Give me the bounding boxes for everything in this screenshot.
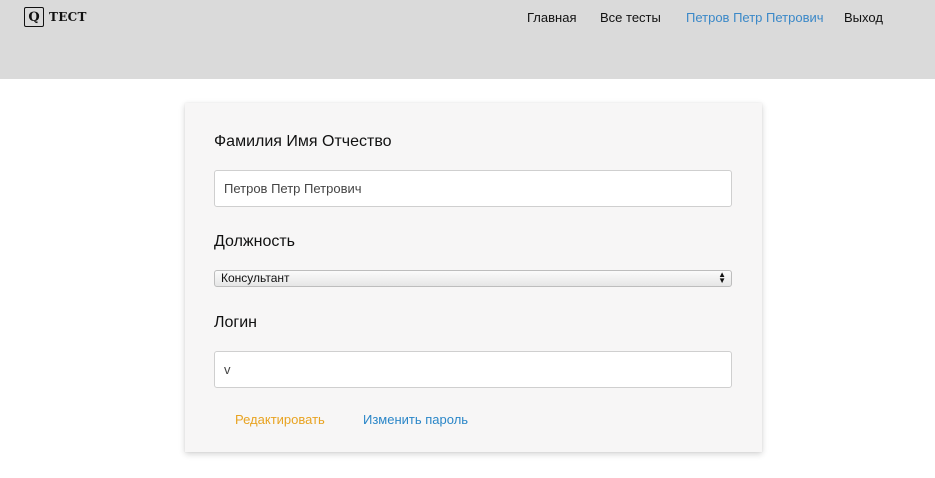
login-input[interactable] [214,351,732,388]
login-label: Логин [214,314,258,331]
position-select[interactable]: Консультант ▲ ▼ [214,270,732,287]
change-password-button[interactable]: Изменить пароль [363,412,468,427]
nav-link-all-tests[interactable]: Все тесты [600,10,661,25]
profile-card: Фамилия Имя Отчество Должность Консульта… [185,103,762,452]
fio-label: Фамилия Имя Отчество [214,133,392,150]
fio-input[interactable] [214,170,732,207]
edit-button[interactable]: Редактировать [235,412,325,427]
select-arrows-icon: ▲ ▼ [718,270,726,285]
header-bar: Q ТЕСТ Главная Все тесты Петров Петр Пет… [0,0,935,79]
nav-link-home[interactable]: Главная [527,10,576,25]
main-nav: Главная Все тесты Петров Петр Петрович В… [0,10,935,28]
position-label: Должность [214,233,295,250]
nav-link-logout[interactable]: Выход [844,10,883,25]
nav-link-user-profile[interactable]: Петров Петр Петрович [686,10,824,25]
position-select-value: Консультант [221,271,290,285]
